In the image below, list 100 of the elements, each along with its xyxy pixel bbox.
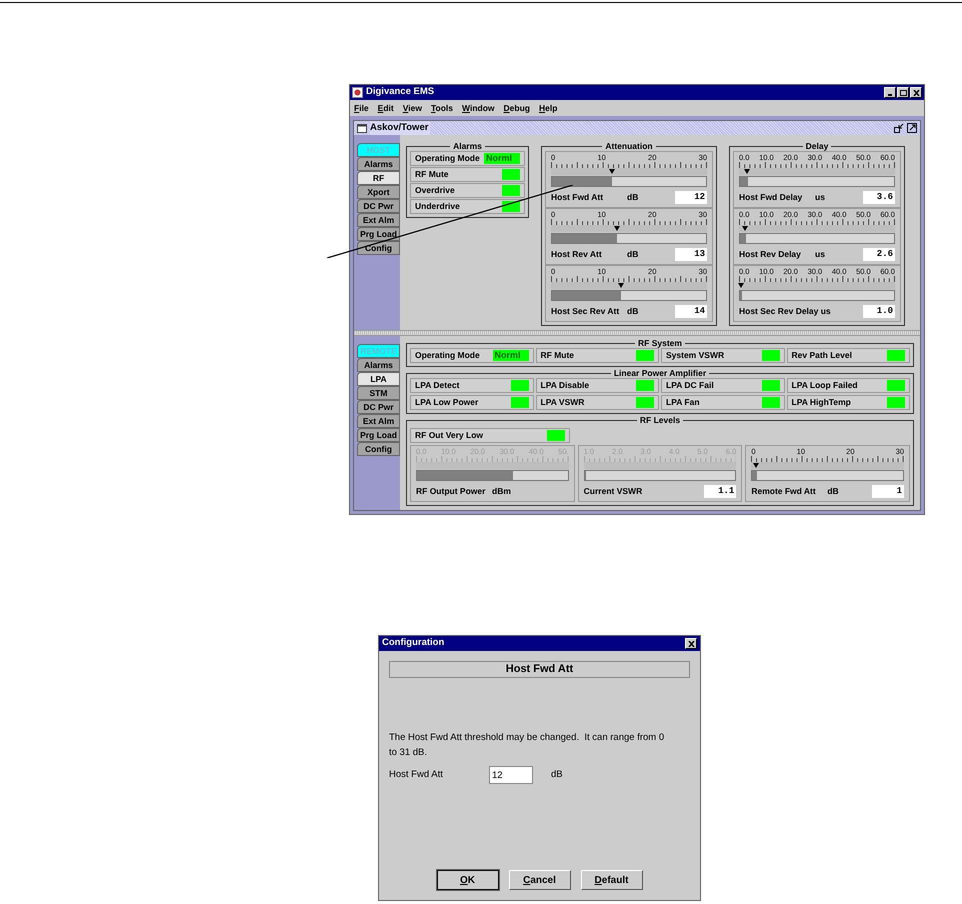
side-tab[interactable]: Prg Load xyxy=(357,428,400,442)
status-led-icon xyxy=(887,397,905,408)
status-led-icon xyxy=(510,397,528,408)
status-led-icon xyxy=(887,380,905,391)
alarm-label: LPA Loop Failed xyxy=(792,379,858,392)
status-led-icon xyxy=(762,350,780,361)
alarm-label: LPA DC Fail xyxy=(666,379,714,392)
dialog-button[interactable]: Default xyxy=(580,870,642,890)
gauge-label: Remote Fwd Att xyxy=(751,484,817,498)
side-tab[interactable]: Ext Alm xyxy=(357,414,400,428)
maximize-frame-icon[interactable] xyxy=(907,123,917,133)
status-led-icon xyxy=(762,380,780,391)
menu-item[interactable]: Tools xyxy=(430,102,453,114)
status-led-icon xyxy=(502,169,520,180)
side-tab[interactable]: DC Pwr xyxy=(357,199,400,213)
menu-item[interactable]: View xyxy=(402,102,422,114)
gauge-label: Host Sec Rev Att xyxy=(551,304,620,318)
unit-label: us xyxy=(815,248,826,260)
minimize-button[interactable] xyxy=(884,87,896,98)
value-field: 14 xyxy=(675,304,707,318)
alarm-label: LPA Fan xyxy=(666,396,700,409)
window-title: Digivance EMS xyxy=(366,85,434,100)
gauge-label: Host Sec Rev Delay us xyxy=(739,304,831,318)
side-tab[interactable]: Config xyxy=(357,442,400,456)
unit-label: dB xyxy=(627,190,640,204)
gauge-label: Host Rev Delay xyxy=(739,248,802,260)
status-led-icon xyxy=(636,397,654,408)
unit-label: us xyxy=(815,190,826,204)
gauge-label: Host Fwd Att xyxy=(551,190,604,204)
side-tab[interactable]: Alarms xyxy=(357,157,400,171)
close-icon xyxy=(688,640,694,646)
status-led-icon xyxy=(510,380,528,391)
panel-title: Delay xyxy=(804,141,830,151)
menu-item[interactable]: Debug xyxy=(504,102,530,114)
side-tab[interactable]: RF xyxy=(357,171,400,185)
dialog-title: Configuration xyxy=(382,636,444,650)
value-field: 2.6 xyxy=(863,248,895,260)
alarm-label: Underdrive xyxy=(415,200,460,213)
alarm-label: RF Mute xyxy=(415,168,449,181)
value-field: 12 xyxy=(675,190,707,204)
status-led-icon xyxy=(636,380,654,391)
gauge-label: Host Rev Att xyxy=(551,248,603,260)
alarm-label: Overdrive xyxy=(415,184,455,197)
alarm-label: LPA HighTemp xyxy=(792,396,851,409)
field-label: Host Fwd Att xyxy=(389,768,444,782)
side-tab[interactable]: DC Pwr xyxy=(357,400,400,414)
menu-item[interactable]: Help xyxy=(538,102,558,114)
status-led-icon xyxy=(636,350,654,361)
value-field: 1.0 xyxy=(863,304,895,318)
panel-title: Alarms xyxy=(452,141,483,151)
alarm-label: LPA Low Power xyxy=(415,396,478,409)
app-icon xyxy=(352,87,363,98)
alarm-label: RF Mute xyxy=(540,349,574,362)
side-tab[interactable]: Ext Alm xyxy=(357,213,400,227)
dialog-button[interactable]: OK xyxy=(436,870,498,890)
side-tab[interactable]: LPA xyxy=(357,372,400,386)
side-tab[interactable]: STM xyxy=(357,386,400,400)
status-led-icon xyxy=(547,430,565,441)
menu-item[interactable]: File xyxy=(354,102,369,114)
dialog-button[interactable]: Cancel xyxy=(508,870,570,890)
alarm-label: RF Out Very Low xyxy=(415,429,484,442)
unit-label: dB xyxy=(627,304,640,318)
alarm-label: LPA VSWR xyxy=(540,396,584,409)
dialog-heading: Host Fwd Att xyxy=(389,661,690,678)
value-field: 1.1 xyxy=(704,484,736,498)
status-indicator: Norml xyxy=(484,153,520,164)
side-tab[interactable]: Prg Load xyxy=(357,227,400,241)
alarm-label: LPA Disable xyxy=(540,379,590,392)
status-led-icon xyxy=(502,185,520,196)
minimize-frame-icon[interactable] xyxy=(894,123,904,133)
alarm-label: LPA Detect xyxy=(415,379,460,392)
frame-title: Askov/Tower xyxy=(370,120,430,136)
maximize-icon xyxy=(900,90,906,96)
side-tab[interactable]: Config xyxy=(357,241,400,255)
menu-item[interactable]: Edit xyxy=(378,102,394,114)
side-tab[interactable]: Xport xyxy=(357,185,400,199)
panel-title: RF Levels xyxy=(638,415,682,425)
status-indicator: Norml xyxy=(492,350,528,361)
status-led-icon xyxy=(887,350,905,361)
close-button[interactable] xyxy=(910,87,922,98)
panel-title: RF System xyxy=(637,338,683,348)
gauge-label: Current VSWR xyxy=(584,484,644,498)
maximize-button[interactable] xyxy=(897,87,909,98)
close-button[interactable] xyxy=(685,638,697,649)
panel-title: Linear Power Amplifier xyxy=(612,368,708,378)
alarm-label: Operating Mode xyxy=(415,349,480,362)
window-icon xyxy=(357,124,367,132)
close-icon xyxy=(912,90,920,96)
alarm-label: Rev Path Level xyxy=(792,349,852,362)
unit-label: dB xyxy=(827,484,840,498)
menu-item[interactable]: Window xyxy=(462,102,495,114)
side-tab[interactable]: Alarms xyxy=(357,358,400,372)
unit-label: dB xyxy=(627,248,640,260)
value-field: 3.6 xyxy=(863,190,895,204)
dialog-message: The Host Fwd Att threshold may be changed. It can range from 0 to 31 dB. xyxy=(389,731,666,760)
value-input[interactable]: 12 xyxy=(489,766,533,784)
panel-title: Attenuation xyxy=(604,141,654,151)
alarm-label: Operating Mode xyxy=(415,152,480,165)
unit-label: dB xyxy=(551,768,563,782)
unit-label: dBm xyxy=(492,484,512,498)
